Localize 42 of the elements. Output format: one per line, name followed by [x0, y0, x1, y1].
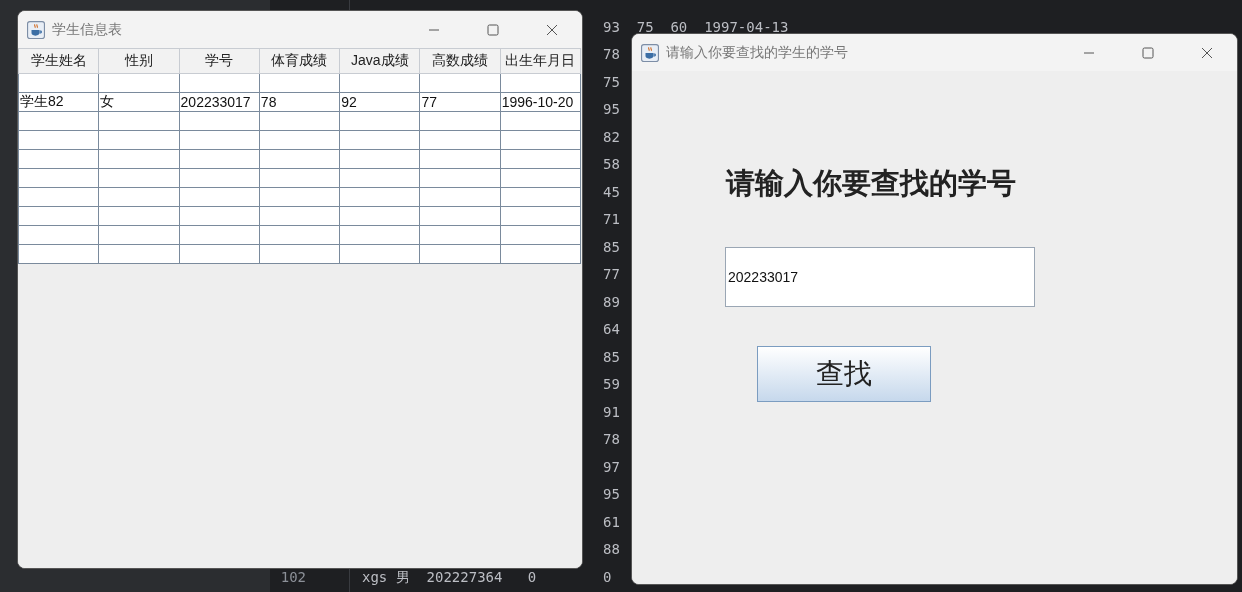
code-text: 58	[603, 157, 620, 172]
code-text: 97	[603, 459, 620, 474]
code-text: 75	[603, 74, 620, 89]
table-cell: 学生82	[18, 92, 99, 112]
maximize-icon[interactable]	[487, 23, 499, 36]
coffee-cup-icon	[27, 20, 45, 39]
code-text: 95	[603, 487, 620, 502]
close-icon[interactable]	[1201, 46, 1213, 59]
input-field[interactable]: 202233017	[725, 247, 1035, 307]
column-header[interactable]: 性别	[98, 48, 180, 74]
window-title: 请输入你要查找的学生的学号	[666, 43, 849, 62]
code-text: 95	[603, 102, 620, 117]
code-text: 45	[603, 184, 620, 199]
code-text: 0	[603, 569, 612, 584]
code-text: 78	[603, 432, 620, 447]
code-text: 88	[603, 542, 620, 557]
code-text: 77	[603, 267, 620, 282]
code-text: 59	[603, 377, 620, 392]
code-text: 64	[603, 322, 620, 337]
column-header[interactable]: 出生年月日	[500, 48, 581, 74]
code-text: 85	[603, 239, 620, 254]
code-text: 61	[603, 514, 620, 529]
window-title: 学生信息表	[52, 20, 123, 39]
code-text: 91	[603, 404, 620, 419]
code-text: 78	[603, 47, 620, 62]
column-header[interactable]: 学号	[179, 48, 260, 74]
column-header[interactable]: 学生姓名	[18, 48, 99, 74]
code-text: xgs 男 202227364 0	[362, 570, 537, 585]
code-text: 93 75 60 1997-04-13	[603, 19, 789, 34]
code-text: 89	[603, 294, 620, 309]
column-header[interactable]: Java成绩	[339, 48, 420, 74]
prompt-heading: 请输入你要查找的学号	[726, 165, 1016, 202]
line-number: 102	[280, 569, 306, 584]
coffee-cup-icon	[641, 43, 659, 62]
maximize-icon[interactable]	[1142, 46, 1154, 59]
code-text: 85	[603, 349, 620, 364]
search-button[interactable]: 查找	[757, 346, 931, 402]
column-header[interactable]: 体育成绩	[259, 48, 340, 74]
close-icon[interactable]	[546, 23, 558, 36]
column-header[interactable]: 高数成绩	[419, 48, 501, 74]
code-text: 82	[603, 129, 620, 144]
code-text: 71	[603, 212, 620, 227]
